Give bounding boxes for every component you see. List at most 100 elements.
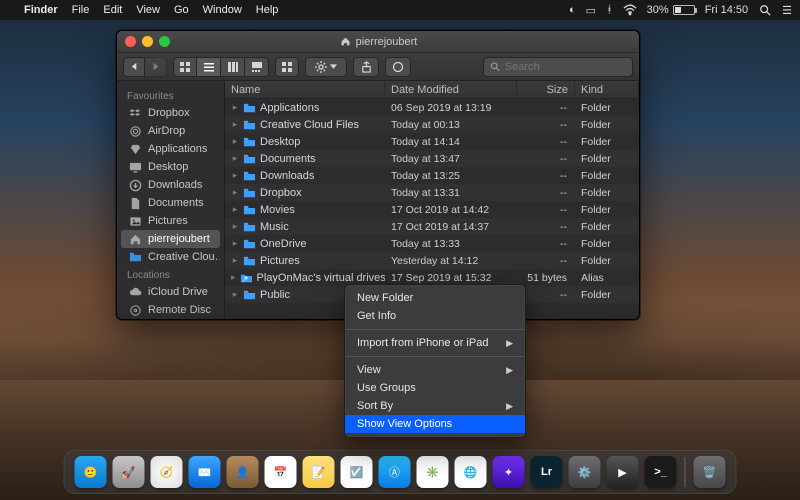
tags-button[interactable] <box>385 57 411 77</box>
disclosure-triangle-icon[interactable]: ▸ <box>231 238 239 249</box>
col-date[interactable]: Date Modified <box>385 81 517 98</box>
zoom-button[interactable] <box>159 36 170 47</box>
status-battery[interactable]: 30% <box>647 4 695 16</box>
file-row[interactable]: ▸OneDriveToday at 13:33--Folder <box>225 235 639 252</box>
dock-contacts[interactable]: 👤 <box>227 456 259 488</box>
disclosure-triangle-icon[interactable]: ▸ <box>231 221 239 232</box>
status-search-icon[interactable] <box>758 4 772 16</box>
group-by-button[interactable] <box>275 57 299 77</box>
sidebar-item-applications[interactable]: Applications <box>121 140 220 158</box>
menubar-help[interactable]: Help <box>256 4 279 16</box>
sidebar-item-creative-clou-[interactable]: Creative Clou… <box>121 248 220 266</box>
dock-terminal[interactable]: >_ <box>645 456 677 488</box>
status-menu-icon[interactable]: ☰ <box>782 4 792 17</box>
action-menu-button[interactable] <box>305 57 347 77</box>
menu-item-get-info[interactable]: Get Info <box>345 307 525 325</box>
dock-reminders[interactable]: ☑️ <box>341 456 373 488</box>
menubar-go[interactable]: Go <box>174 4 189 16</box>
file-row[interactable]: ▸Creative Cloud FilesToday at 00:13--Fol… <box>225 116 639 133</box>
dock-mail[interactable]: ✉️ <box>189 456 221 488</box>
menubar: Finder File Edit View Go Window Help ◐ ▭… <box>0 0 800 20</box>
menubar-app-name[interactable]: Finder <box>24 4 58 16</box>
col-size[interactable]: Size <box>517 81 575 98</box>
disclosure-triangle-icon[interactable]: ▸ <box>231 187 239 198</box>
disclosure-triangle-icon[interactable]: ▸ <box>231 255 239 266</box>
sidebar-item-label: Pictures <box>148 215 188 227</box>
dock-launchpad[interactable]: 🚀 <box>113 456 145 488</box>
search-field[interactable] <box>483 57 633 77</box>
menubar-window[interactable]: Window <box>203 4 242 16</box>
file-row[interactable]: ▸DownloadsToday at 13:25--Folder <box>225 167 639 184</box>
sidebar-item-icloud-drive[interactable]: iCloud Drive <box>121 283 220 301</box>
sidebar-item-airdrop[interactable]: AirDrop <box>121 122 220 140</box>
dock-appstore[interactable]: Ⓐ <box>379 456 411 488</box>
menu-item-use-groups[interactable]: Use Groups <box>345 379 525 397</box>
share-button[interactable] <box>353 57 379 77</box>
file-size: -- <box>517 136 575 148</box>
dock-lightroom[interactable]: Lr <box>531 456 563 488</box>
menu-item-import-from-iphone-or-ipad[interactable]: Import from iPhone or iPad▶ <box>345 334 525 352</box>
forward-button[interactable] <box>145 57 167 77</box>
sidebar-item-documents[interactable]: Documents <box>121 194 220 212</box>
dock-safari[interactable]: 🧭 <box>151 456 183 488</box>
dock-affinity[interactable]: ✦ <box>493 456 525 488</box>
view-list[interactable] <box>197 57 221 77</box>
sidebar-item-dropbox[interactable]: Dropbox <box>121 104 220 122</box>
dock-quicktime[interactable]: ▶ <box>607 456 639 488</box>
view-icon-grid[interactable] <box>173 57 197 77</box>
close-button[interactable] <box>125 36 136 47</box>
menu-item-new-folder[interactable]: New Folder <box>345 289 525 307</box>
disclosure-triangle-icon[interactable]: ▸ <box>231 272 236 283</box>
dock-calendar[interactable]: 📅 <box>265 456 297 488</box>
dock-preferences[interactable]: ⚙️ <box>569 456 601 488</box>
menu-item-show-view-options[interactable]: Show View Options <box>345 415 525 433</box>
sidebar-item-desktop[interactable]: Desktop <box>121 158 220 176</box>
dock-finder[interactable]: 🙂 <box>75 456 107 488</box>
status-display-icon[interactable]: ▭ <box>586 4 596 17</box>
file-row[interactable]: ▸DesktopToday at 14:14--Folder <box>225 133 639 150</box>
file-row[interactable]: ▸DropboxToday at 13:31--Folder <box>225 184 639 201</box>
view-columns[interactable] <box>221 57 245 77</box>
menubar-edit[interactable]: Edit <box>103 4 122 16</box>
file-row[interactable]: ▸PicturesYesterday at 14:12--Folder <box>225 252 639 269</box>
titlebar[interactable]: pierrejoubert <box>117 31 639 53</box>
menu-item-sort-by[interactable]: Sort By▶ <box>345 397 525 415</box>
file-row[interactable]: ▸DocumentsToday at 13:47--Folder <box>225 150 639 167</box>
menubar-view[interactable]: View <box>136 4 160 16</box>
safari-icon: 🧭 <box>160 466 174 479</box>
view-gallery[interactable] <box>245 57 269 77</box>
status-sync-icon[interactable]: ◐ <box>569 4 576 16</box>
disclosure-triangle-icon[interactable]: ▸ <box>231 153 239 164</box>
col-name[interactable]: Name <box>225 81 385 98</box>
dock-notes[interactable]: 📝 <box>303 456 335 488</box>
disclosure-triangle-icon[interactable]: ▸ <box>231 289 239 300</box>
appstore-icon: Ⓐ <box>389 464 400 480</box>
sidebar-item-label: iCloud Drive <box>148 286 208 298</box>
dock-slack[interactable]: ✳️ <box>417 456 449 488</box>
file-row[interactable]: ▸Applications06 Sep 2019 at 13:19--Folde… <box>225 99 639 116</box>
search-input[interactable] <box>505 61 626 73</box>
file-row[interactable]: ▸Movies17 Oct 2019 at 14:42--Folder <box>225 201 639 218</box>
back-button[interactable] <box>123 57 145 77</box>
dock-chrome[interactable]: 🌐 <box>455 456 487 488</box>
status-wifi-icon[interactable] <box>623 4 637 16</box>
sidebar-item-downloads[interactable]: Downloads <box>121 176 220 194</box>
sidebar-item-label: AirDrop <box>148 125 185 137</box>
status-bluetooth-icon[interactable]: ᚼ <box>606 4 613 16</box>
disclosure-triangle-icon[interactable]: ▸ <box>231 204 239 215</box>
menu-item-view[interactable]: View▶ <box>345 361 525 379</box>
sidebar-item-pierrejoubert[interactable]: pierrejoubert <box>121 230 220 248</box>
disclosure-triangle-icon[interactable]: ▸ <box>231 119 239 130</box>
menubar-file[interactable]: File <box>72 4 90 16</box>
file-row[interactable]: ▸Music17 Oct 2019 at 14:37--Folder <box>225 218 639 235</box>
disclosure-triangle-icon[interactable]: ▸ <box>231 170 239 181</box>
disclosure-triangle-icon[interactable]: ▸ <box>231 102 239 113</box>
minimize-button[interactable] <box>142 36 153 47</box>
file-size: -- <box>517 102 575 114</box>
dock-trash[interactable]: 🗑️ <box>694 456 726 488</box>
col-kind[interactable]: Kind <box>575 81 639 98</box>
sidebar-item-pictures[interactable]: Pictures <box>121 212 220 230</box>
disclosure-triangle-icon[interactable]: ▸ <box>231 136 239 147</box>
sidebar-item-remote-disc[interactable]: Remote Disc <box>121 301 220 319</box>
status-clock[interactable]: Fri 14:50 <box>705 4 748 16</box>
